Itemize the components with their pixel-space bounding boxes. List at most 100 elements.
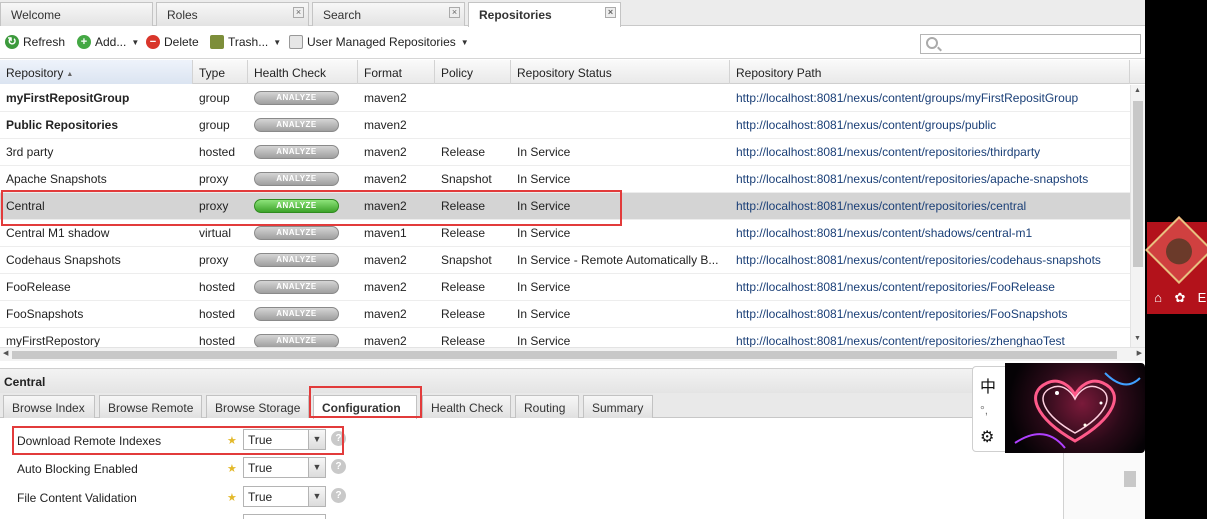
analyze-button[interactable]: ANALYZE: [254, 172, 339, 186]
table-row[interactable]: Central M1 shadow virtual maven1 Release In …: [0, 220, 1130, 247]
analyze-button[interactable]: ANALYZE: [254, 118, 339, 132]
cell-repository-path[interactable]: http://localhost:8081/nexus/content/repo…: [730, 301, 1130, 327]
refresh-button[interactable]: ↻ Refresh: [5, 35, 65, 49]
table-row[interactable]: myFirstRepositGroup group maven2 http://loc…: [0, 85, 1130, 112]
chevron-down-icon[interactable]: ▼: [308, 430, 325, 449]
auto-blocking-enabled-select[interactable]: True ▼: [243, 457, 326, 478]
chevron-down-icon[interactable]: ▼: [308, 458, 325, 477]
file-content-validation-select[interactable]: True ▼: [243, 486, 326, 507]
help-icon[interactable]: ?: [331, 459, 346, 474]
column-header-health-check[interactable]: Health Check: [248, 60, 358, 84]
cell-format: maven2: [364, 145, 407, 159]
tab-browse-remote[interactable]: Browse Remote: [99, 395, 202, 418]
cell-repository-path[interactable]: http://localhost:8081/nexus/content/shad…: [730, 220, 1130, 246]
header-label: Repository Status: [517, 66, 612, 80]
repositories-grid: Repository ▲ Type Health Check Format Pol…: [0, 60, 1145, 348]
table-row[interactable]: FooRelease hosted maven2 Release In Service h…: [0, 274, 1130, 301]
header-label: Repository Path: [736, 66, 822, 80]
column-header-repository-path[interactable]: Repository Path: [730, 60, 1130, 84]
table-row[interactable]: 3rd party hosted maven2 Release In Service ht…: [0, 139, 1130, 166]
scroll-up-icon[interactable]: ▲: [1134, 87, 1141, 94]
column-header-repository[interactable]: Repository ▲: [0, 60, 193, 84]
paw-icon[interactable]: ✿: [1172, 290, 1188, 306]
analyze-button[interactable]: ANALYZE: [254, 280, 339, 294]
close-icon[interactable]: ×: [605, 7, 616, 18]
table-row[interactable]: Central proxy maven2 Release In Service http:…: [0, 193, 1130, 220]
tab-repositories[interactable]: Repositories ×: [468, 2, 621, 27]
cell-repository-path[interactable]: http://localhost:8081/nexus/content/repo…: [730, 166, 1130, 192]
analyze-button[interactable]: ANALYZE: [254, 334, 339, 348]
cell-repository-status: In Service: [517, 280, 571, 294]
column-header-type[interactable]: Type: [193, 60, 248, 84]
help-icon[interactable]: ?: [331, 488, 346, 503]
close-icon[interactable]: ×: [449, 7, 460, 18]
cell-repository-path[interactable]: http://localhost:8081/nexus/content/grou…: [730, 85, 1130, 111]
search-input[interactable]: [920, 34, 1141, 54]
tab-roles[interactable]: Roles ×: [156, 2, 309, 26]
analyze-button[interactable]: ANALYZE: [254, 91, 339, 105]
select-value: True: [248, 461, 273, 475]
required-star-icon: ★: [227, 492, 237, 504]
ime-punct-icon[interactable]: °,: [980, 403, 988, 417]
analyze-button[interactable]: ANALYZE: [254, 226, 339, 240]
tab-welcome[interactable]: Welcome: [0, 2, 153, 26]
analyze-button[interactable]: ANALYZE: [254, 145, 339, 159]
column-header-format[interactable]: Format: [358, 60, 435, 84]
analyze-button[interactable]: ANALYZE: [254, 253, 339, 267]
table-row[interactable]: Apache Snapshots proxy maven2 Snapshot In Se…: [0, 166, 1130, 193]
select-value: True: [248, 490, 273, 504]
cell-policy: Snapshot: [441, 253, 492, 267]
cell-repository-path[interactable]: http://localhost:8081/nexus/content/repo…: [730, 247, 1130, 273]
tab-browse-index[interactable]: Browse Index: [3, 395, 95, 418]
tab-health-check[interactable]: Health Check: [422, 395, 511, 418]
tab-browse-storage[interactable]: Browse Storage: [206, 395, 309, 418]
tab-routing[interactable]: Routing: [515, 395, 579, 418]
table-row[interactable]: FooSnapshots hosted maven2 Release In Servic…: [0, 301, 1130, 328]
chevron-down-icon[interactable]: ▼: [308, 487, 325, 506]
add-button[interactable]: + Add... ▼: [77, 35, 139, 49]
grid-vertical-scrollbar[interactable]: ▲ ▼: [1130, 85, 1145, 348]
cell-repository-path[interactable]: http://localhost:8081/nexus/content/repo…: [730, 328, 1130, 348]
analyze-button[interactable]: ANALYZE: [254, 199, 339, 213]
scrollbar-thumb[interactable]: [12, 351, 1117, 359]
delete-button[interactable]: − Delete: [146, 35, 199, 49]
column-header-repository-status[interactable]: Repository Status: [511, 60, 730, 84]
heart-image: [1014, 372, 1141, 449]
cell-repository-path[interactable]: http://localhost:8081/nexus/content/repo…: [730, 139, 1130, 165]
form-row-download-remote-indexes: Download Remote Indexes ★ True ▼ ?: [0, 428, 360, 454]
cell-type: proxy: [199, 172, 229, 186]
tab-summary[interactable]: Summary: [583, 395, 653, 418]
required-star-icon: ★: [227, 435, 237, 447]
help-icon[interactable]: ?: [331, 431, 346, 446]
cell-repository-path[interactable]: http://localhost:8081/nexus/content/grou…: [730, 112, 1130, 138]
tab-search[interactable]: Search ×: [312, 2, 465, 26]
trash-button[interactable]: Trash... ▼: [210, 35, 281, 49]
table-row[interactable]: Public Repositories group maven2 http://loc…: [0, 112, 1130, 139]
cell-policy: [435, 85, 511, 111]
ime-bar[interactable]: 中 °, ⚙: [972, 366, 1006, 452]
scrollbar-thumb[interactable]: [1133, 101, 1143, 267]
column-header-policy[interactable]: Policy: [435, 60, 511, 84]
cell-repository-path[interactable]: http://localhost:8081/nexus/content/repo…: [730, 274, 1130, 300]
cell-repository: Codehaus Snapshots: [6, 253, 121, 267]
download-remote-indexes-select[interactable]: True ▼: [243, 429, 326, 450]
ime-mode-icon[interactable]: 中: [980, 373, 996, 397]
home-icon[interactable]: ⌂: [1150, 290, 1166, 306]
table-row[interactable]: Codehaus Snapshots proxy maven2 Snapshot In …: [0, 247, 1130, 274]
analyze-button[interactable]: ANALYZE: [254, 307, 339, 321]
grid-horizontal-scrollbar[interactable]: ◀ ▶: [0, 347, 1145, 361]
partial-select[interactable]: [243, 514, 326, 519]
tab-configuration[interactable]: Configuration: [313, 395, 417, 419]
cell-repository-status: In Service: [517, 199, 571, 213]
extra-icon[interactable]: E: [1194, 290, 1207, 306]
close-icon[interactable]: ×: [293, 7, 304, 18]
cell-type: hosted: [199, 307, 236, 321]
scroll-left-icon[interactable]: ◀: [3, 349, 8, 357]
scroll-right-icon[interactable]: ▶: [1137, 349, 1142, 357]
scrollbar-thumb[interactable]: [1124, 471, 1136, 487]
gear-icon[interactable]: ⚙: [980, 427, 994, 447]
scroll-down-icon[interactable]: ▼: [1134, 335, 1141, 342]
user-managed-repositories-button[interactable]: User Managed Repositories ▼: [289, 35, 469, 49]
cell-repository-path[interactable]: http://localhost:8081/nexus/content/repo…: [730, 193, 1130, 219]
table-row[interactable]: myFirstRepostory hosted maven2 Release In Se…: [0, 328, 1130, 348]
